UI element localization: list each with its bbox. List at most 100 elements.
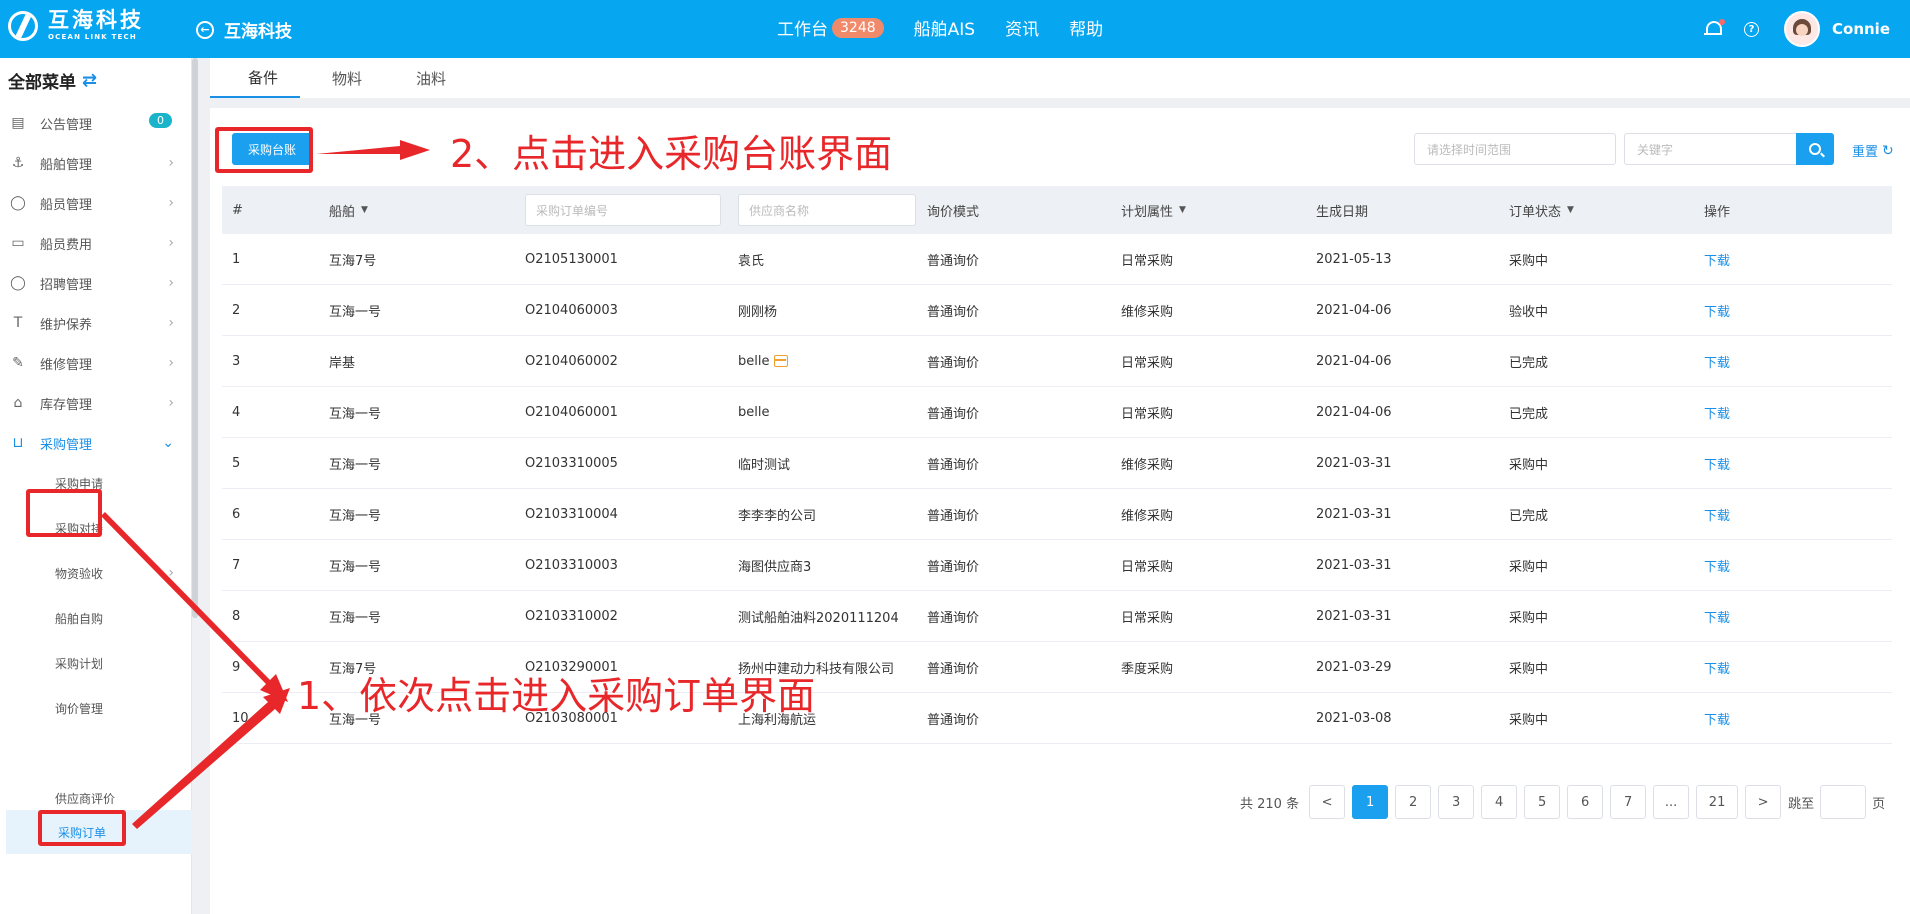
- sidebar-subitem-purchase-plan[interactable]: 采购计划: [0, 643, 192, 683]
- page-button-1[interactable]: 1: [1352, 785, 1389, 819]
- table-row[interactable]: 7 互海一号 O2103310003 海图供应商3 普通询价 日常采购 2021-03-31…: [222, 540, 1892, 591]
- page-button-2[interactable]: 2: [1395, 785, 1432, 819]
- page-button-3[interactable]: 3: [1438, 785, 1475, 819]
- sidebar-item-label: 船员费用: [40, 237, 93, 253]
- sidebar-subitem-ship-self-purchase[interactable]: 船舶自购: [0, 598, 192, 638]
- sidebar-item-crew-expenses[interactable]: ▭ 船员费用 ›: [0, 223, 192, 263]
- table-row[interactable]: 1 互海7号 O2105130001 袁氏 普通询价 日常采购 2021-05-13 采购中 下…: [222, 234, 1892, 285]
- table-row[interactable]: 5 互海一号 O2103310005 临时测试 普通询价 维修采购 2021-03-31 采购…: [222, 438, 1892, 489]
- download-link[interactable]: 下载: [1704, 336, 1730, 386]
- page-button-21[interactable]: 21: [1696, 785, 1739, 819]
- nav-help[interactable]: 帮助: [1069, 15, 1103, 40]
- download-link[interactable]: 下载: [1704, 489, 1730, 539]
- table-cell-row-index: 5: [232, 438, 240, 488]
- keyword-input[interactable]: 关键字: [1624, 133, 1798, 165]
- download-link[interactable]: 下载: [1704, 285, 1730, 335]
- table-row[interactable]: 8 互海一号 O2103310002 测试船舶油料2020111204 普通询价 日常采购…: [222, 591, 1892, 642]
- back-button[interactable]: ← 互海科技: [196, 17, 292, 42]
- sidebar-item-label: 船舶管理: [40, 157, 93, 173]
- sidebar-subitem-inquiry[interactable]: 询价管理: [0, 688, 192, 728]
- download-link[interactable]: 下载: [1704, 234, 1730, 284]
- table-row[interactable]: 6 互海一号 O2103310004 李李李的公司 普通询价 维修采购 2021-03-31…: [222, 489, 1892, 540]
- nav-workbench[interactable]: 工作台 3248: [777, 15, 884, 40]
- sidebar-item-maintenance[interactable]: T 维护保养 ›: [0, 303, 192, 343]
- bell-icon[interactable]: [1704, 19, 1725, 38]
- table-cell-row-index: 10: [232, 693, 249, 743]
- tab-fuel[interactable]: 油料: [394, 58, 468, 98]
- download-link[interactable]: 下载: [1704, 693, 1730, 743]
- col-header-ship[interactable]: 船舶 ▼: [329, 186, 368, 234]
- page-button-7[interactable]: 7: [1610, 785, 1647, 819]
- page-button-4[interactable]: 4: [1481, 785, 1518, 819]
- user-name[interactable]: Connie: [1832, 20, 1890, 38]
- table-cell-inquiry-mode: 普通询价: [927, 336, 979, 386]
- search-icon: [1809, 143, 1821, 155]
- col-header-plan-type[interactable]: 计划属性 ▼: [1121, 186, 1186, 234]
- page-button-5[interactable]: 5: [1524, 785, 1561, 819]
- chevron-right-icon: ›: [168, 565, 174, 581]
- table-cell-inquiry-mode: 普通询价: [927, 693, 979, 743]
- gift-icon: [774, 355, 789, 367]
- nav-news[interactable]: 资讯: [1005, 15, 1039, 40]
- cell-text: 2021-03-31: [1316, 608, 1392, 624]
- annotation-box-orders: [38, 810, 126, 846]
- col-header-order-status[interactable]: 订单状态 ▼: [1509, 186, 1574, 234]
- help-icon[interactable]: ?: [1744, 21, 1759, 37]
- cell-text: 2: [232, 302, 241, 318]
- jump-page-input[interactable]: [1820, 785, 1867, 819]
- date-range-input[interactable]: 请选择时间范围: [1414, 133, 1616, 165]
- brand-logo[interactable]: 互海科技 OCEAN LINK TECH: [8, 10, 144, 41]
- cell-text: 日常采购: [1121, 253, 1174, 269]
- cell-text: 下载: [1704, 253, 1731, 269]
- col-header-created-date: 生成日期: [1316, 204, 1369, 220]
- search-button[interactable]: [1796, 133, 1834, 165]
- download-link[interactable]: 下载: [1704, 540, 1730, 590]
- tab-spare-parts[interactable]: 备件: [210, 58, 301, 98]
- reset-button[interactable]: 重置 ↻: [1852, 141, 1894, 161]
- sidebar-item-announcements[interactable]: ▤ 公告管理 0: [0, 103, 192, 143]
- cell-text: 维修采购: [1121, 508, 1174, 524]
- table-cell-order-number: O2104060003: [525, 285, 618, 335]
- cell-text: 下载: [1704, 304, 1731, 320]
- sidebar-item-repair[interactable]: ✎ 维修管理 ›: [0, 343, 192, 383]
- avatar[interactable]: [1784, 11, 1820, 47]
- sidebar-scrollbar[interactable]: [192, 58, 198, 618]
- cell-text: 互海一号: [329, 406, 382, 422]
- download-link[interactable]: 下载: [1704, 438, 1730, 488]
- workbench-count-badge: 3248: [832, 17, 884, 38]
- sidebar-item-recruitment[interactable]: ◯ 招聘管理 ›: [0, 263, 192, 303]
- order-number-filter-input[interactable]: 采购订单编号: [525, 194, 721, 226]
- sidebar-item-crew[interactable]: ◯ 船员管理 ›: [0, 183, 192, 223]
- prev-page-button[interactable]: <: [1309, 785, 1346, 819]
- supplier-filter-input[interactable]: 供应商名称: [738, 194, 916, 226]
- sidebar-item-purchasing[interactable]: ⊔ 采购管理 ⌄: [0, 423, 192, 463]
- download-link[interactable]: 下载: [1704, 387, 1730, 437]
- cell-text: 季度采购: [1121, 661, 1174, 677]
- table-cell-order-status: 已完成: [1509, 387, 1548, 437]
- table-row[interactable]: 3 岸基 O2104060002 belle 普通询价 日常采购 2021-04-06 已完成…: [222, 336, 1892, 387]
- book-icon: ▤: [11, 115, 25, 131]
- page-button-6[interactable]: 6: [1567, 785, 1604, 819]
- sidebar-item-ships[interactable]: ⚓ 船舶管理 ›: [0, 143, 192, 183]
- table-cell-created-date: 2021-03-31: [1316, 438, 1392, 488]
- orders-table: # 船舶 ▼ 采购订单编号 供应商名称 询价模式 计划属性 ▼ 生成日期 订单状态 ▼…: [222, 186, 1892, 744]
- cell-text: 1: [232, 251, 241, 267]
- caret-down-icon: ▼: [361, 205, 368, 215]
- cell-text: 普通询价: [927, 406, 980, 422]
- page-ellipsis[interactable]: ...: [1653, 785, 1690, 819]
- sidebar-subitem-material-acceptance[interactable]: 物资验收 ›: [0, 553, 192, 593]
- sidebar-item-inventory[interactable]: ⌂ 库存管理 ›: [0, 383, 192, 423]
- cell-text: 普通询价: [927, 508, 980, 524]
- cell-text: 岸基: [329, 355, 356, 371]
- nav-ship-ais[interactable]: 船舶AIS: [914, 15, 975, 40]
- swap-icon[interactable]: ⇄: [82, 70, 97, 91]
- table-cell-plan-type: 维修采购: [1121, 438, 1173, 488]
- table-row[interactable]: 2 互海一号 O2104060003 刚刚杨 普通询价 维修采购 2021-04-06 验收中…: [222, 285, 1892, 336]
- sidebar-item-label: 维护保养: [40, 317, 93, 333]
- download-link[interactable]: 下载: [1704, 591, 1730, 641]
- chevron-right-icon: ›: [168, 275, 174, 291]
- tab-materials[interactable]: 物料: [310, 58, 384, 98]
- next-page-button[interactable]: >: [1745, 785, 1782, 819]
- table-row[interactable]: 4 互海一号 O2104060001 belle 普通询价 日常采购 2021-04-06 已…: [222, 387, 1892, 438]
- download-link[interactable]: 下载: [1704, 642, 1730, 692]
